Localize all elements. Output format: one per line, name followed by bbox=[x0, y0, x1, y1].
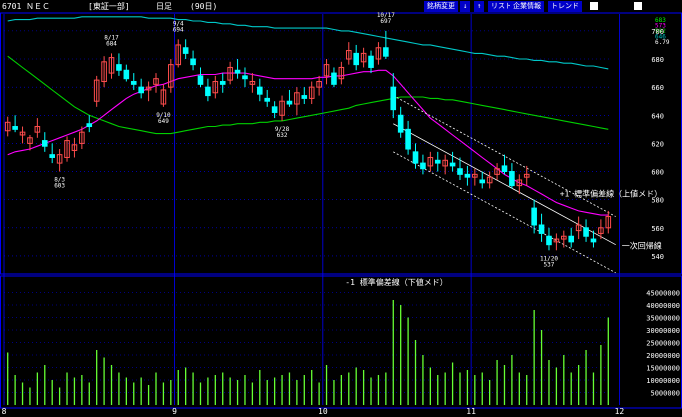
candle-body bbox=[509, 171, 515, 187]
candle-body bbox=[182, 47, 189, 54]
annotation-price: 697 bbox=[380, 18, 391, 25]
price-tick-label: 680 bbox=[651, 56, 664, 64]
candle-body bbox=[368, 55, 374, 68]
candle-body bbox=[531, 207, 537, 226]
volume-tick-label: 5000000 bbox=[650, 390, 680, 398]
month-label: 10 bbox=[318, 407, 328, 416]
candle-body bbox=[286, 100, 293, 105]
month-label: 11 bbox=[466, 407, 476, 416]
candle-body bbox=[464, 173, 471, 178]
candle-body bbox=[41, 140, 48, 147]
price-tick-label: 560 bbox=[651, 225, 664, 233]
candle-body bbox=[449, 162, 456, 167]
month-label: 8 bbox=[2, 407, 7, 416]
candle-body bbox=[264, 97, 271, 102]
candle-body bbox=[434, 159, 441, 164]
candle-body bbox=[501, 165, 508, 173]
stock-chart: 6835735926466.79 54056058060062064066068… bbox=[0, 12, 682, 416]
candle-body bbox=[138, 86, 144, 94]
candle-body bbox=[538, 224, 545, 234]
price-tick-label: 700 bbox=[651, 28, 664, 36]
candle-body bbox=[234, 69, 241, 74]
candle-body bbox=[390, 86, 397, 111]
price-tick-label: 620 bbox=[651, 140, 664, 148]
moving-average-short bbox=[7, 69, 609, 216]
price-tick-label: 600 bbox=[651, 169, 664, 177]
upper-band-label: +1 標準偏差線（上値メド） bbox=[560, 189, 662, 199]
volume-tick-label: 10000000 bbox=[646, 377, 680, 385]
candle-body bbox=[583, 227, 589, 237]
volume-tick-label: 15000000 bbox=[646, 365, 680, 373]
candle-body bbox=[271, 106, 278, 113]
annotation-price: 537 bbox=[544, 261, 555, 268]
candle-body bbox=[457, 168, 463, 175]
annotation-price: 684 bbox=[106, 40, 117, 47]
volume-tick-label: 45000000 bbox=[646, 290, 680, 298]
moving-average-mid bbox=[7, 55, 609, 135]
candle-body bbox=[353, 52, 359, 66]
month-label: 9 bbox=[172, 407, 177, 416]
volume-tick-label: 20000000 bbox=[646, 352, 680, 360]
volume-tick-label: 40000000 bbox=[646, 302, 680, 310]
annotation-price: 603 bbox=[54, 183, 65, 190]
lower-band-label: -1 標準偏差線（下値メド） bbox=[345, 277, 447, 287]
moving-average-long bbox=[7, 16, 609, 70]
candle-body bbox=[568, 235, 575, 243]
price-tick-label: 540 bbox=[651, 253, 664, 261]
candle-body bbox=[405, 128, 411, 150]
candle-body bbox=[590, 238, 597, 243]
annotation-price: 632 bbox=[277, 132, 288, 139]
candle-body bbox=[420, 162, 426, 170]
candle-body bbox=[86, 123, 93, 128]
annotation-price: 649 bbox=[158, 118, 169, 125]
candle-body bbox=[123, 69, 130, 80]
candle-body bbox=[205, 86, 211, 97]
candle-body bbox=[49, 154, 55, 158]
month-label: 12 bbox=[615, 407, 625, 416]
candle-body bbox=[190, 58, 196, 66]
candle-body bbox=[301, 95, 308, 99]
candle-body bbox=[12, 126, 18, 130]
candle-body bbox=[383, 47, 389, 57]
candle-body bbox=[257, 86, 263, 95]
price-tick-label: 640 bbox=[651, 112, 664, 120]
candle-body bbox=[116, 64, 122, 71]
candle-body bbox=[546, 235, 552, 246]
volume-tick-label: 25000000 bbox=[646, 340, 680, 348]
candle-body bbox=[242, 75, 248, 80]
annotation-price: 694 bbox=[173, 26, 184, 33]
regression-center-line bbox=[393, 123, 616, 246]
legend-value: 6.79 bbox=[655, 39, 670, 46]
volume-tick-label: 30000000 bbox=[646, 327, 680, 335]
candle-body bbox=[331, 72, 337, 85]
center-line-label: 一次回帰線 bbox=[622, 241, 662, 251]
candle-body bbox=[397, 114, 404, 133]
price-tick-label: 660 bbox=[651, 84, 664, 92]
candle-body bbox=[130, 81, 137, 85]
candle-body bbox=[197, 75, 204, 85]
candle-body bbox=[412, 151, 419, 164]
candle-body bbox=[219, 81, 226, 85]
candle-body bbox=[479, 179, 486, 184]
volume-tick-label: 35000000 bbox=[646, 315, 680, 323]
